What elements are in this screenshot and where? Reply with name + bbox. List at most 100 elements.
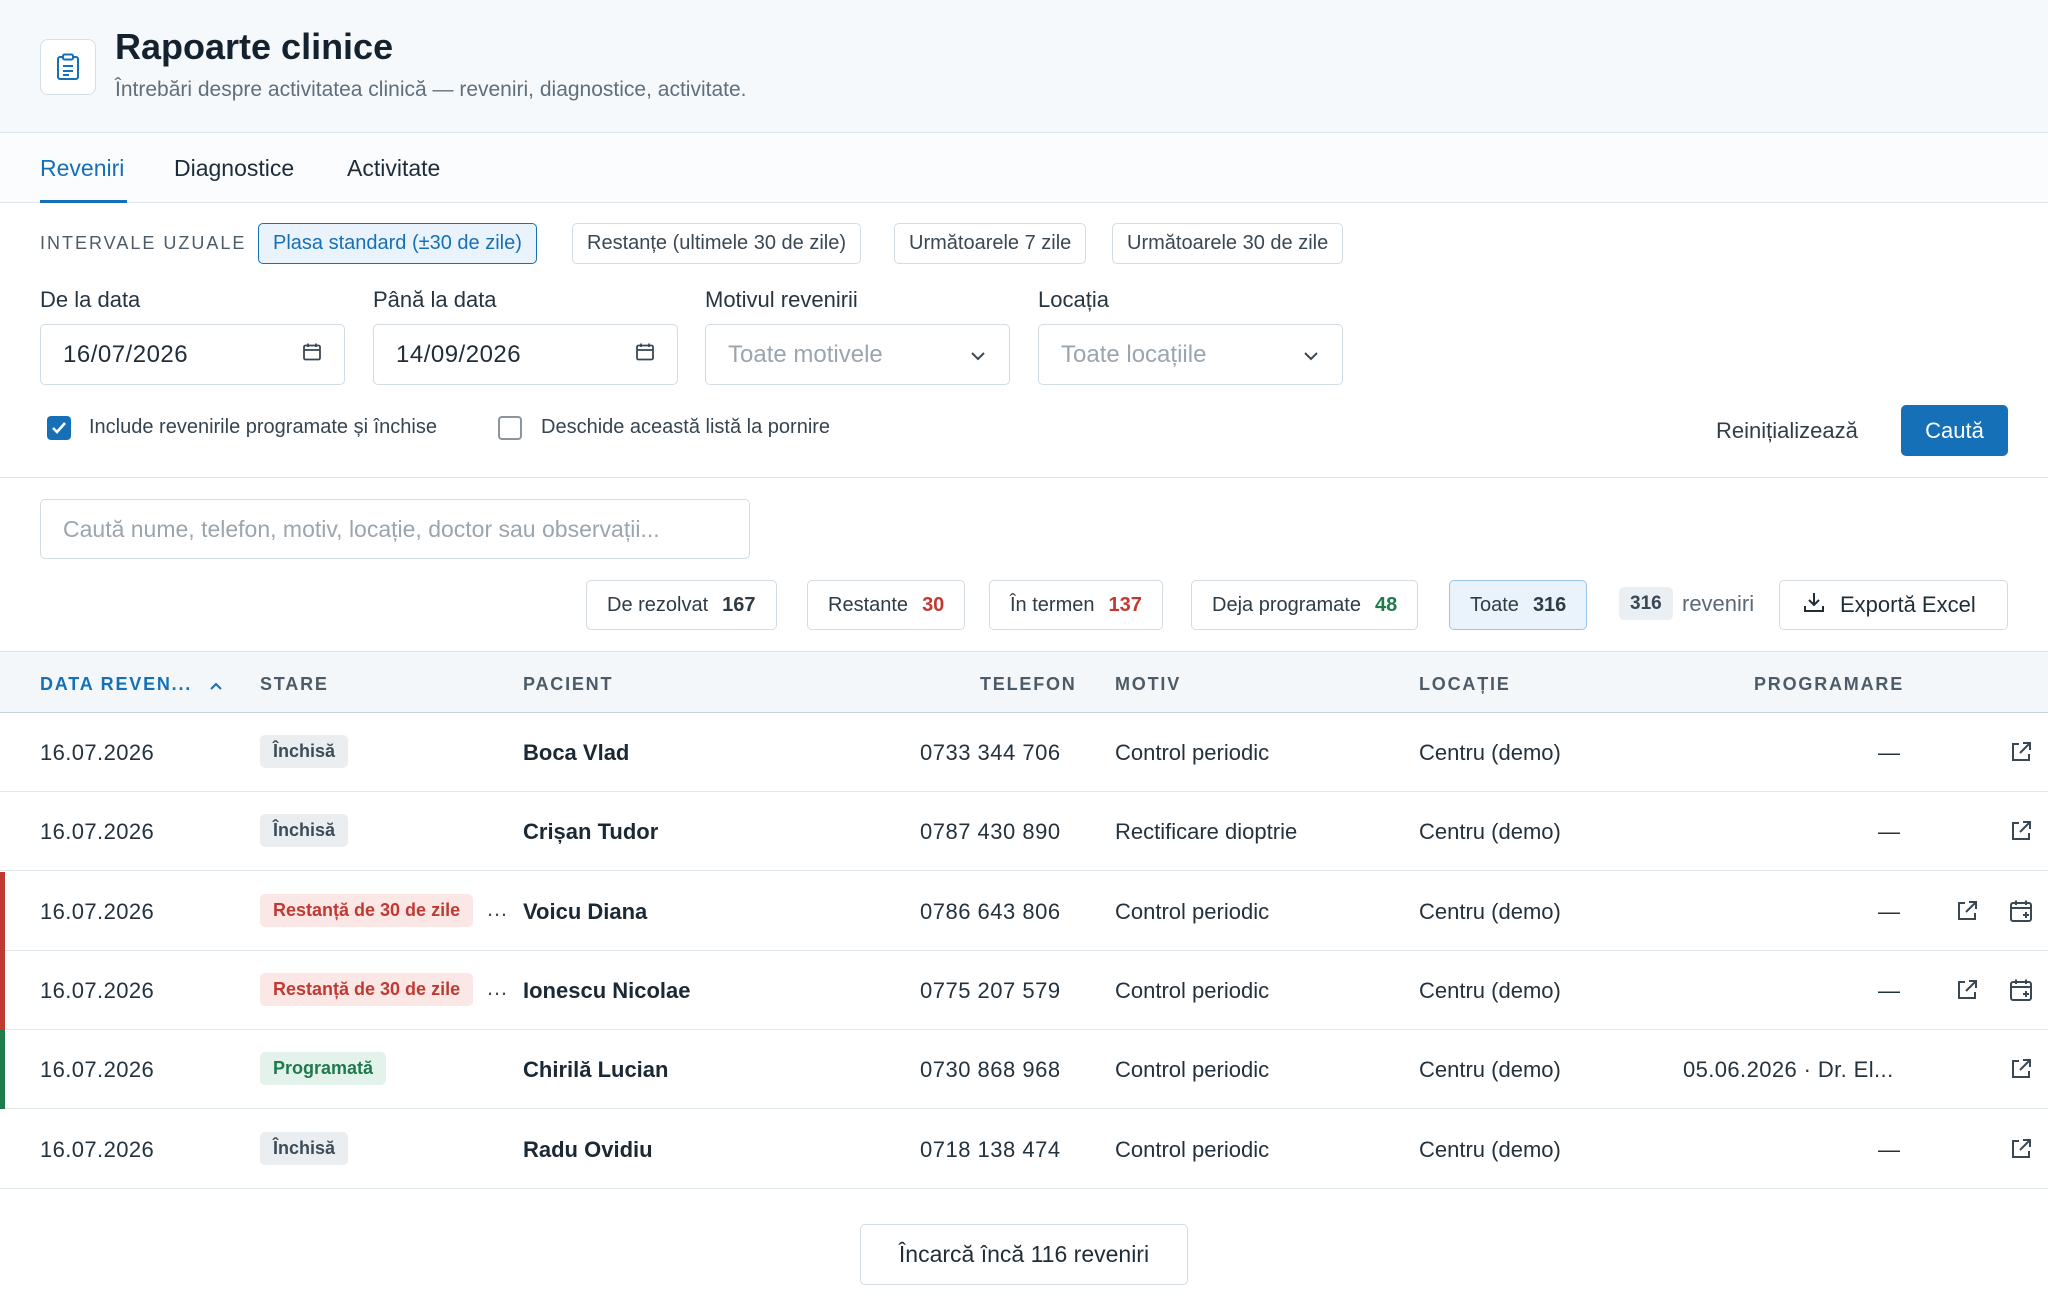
from-date-input[interactable]: 16/07/2026 bbox=[40, 324, 345, 385]
reset-button[interactable]: Reinițializează bbox=[1716, 418, 1858, 444]
calendar-icon[interactable] bbox=[635, 341, 655, 369]
location-select[interactable]: Toate locațiile bbox=[1038, 324, 1343, 385]
calendar-add-icon[interactable] bbox=[2008, 977, 2034, 1003]
preset-standard[interactable]: Plasa standard (±30 de zile) bbox=[258, 223, 537, 264]
row-location: Centru (demo) bbox=[1419, 898, 1561, 924]
stat-label: În termen bbox=[1010, 593, 1095, 616]
tab-bar: Reveniri Diagnostice Activitate bbox=[0, 133, 2048, 203]
result-count-badge: 316 bbox=[1619, 587, 1673, 620]
stat-label: Restante bbox=[828, 593, 909, 616]
preset-overdue[interactable]: Restanțe (ultimele 30 de zile) bbox=[572, 223, 862, 264]
from-date-label: De la data bbox=[40, 287, 141, 312]
col-reason[interactable]: MOTIV bbox=[1115, 674, 1181, 695]
divider bbox=[0, 477, 2048, 478]
table-row[interactable]: 16.07.2026 Restanță de 30 de zile … Voicu D… bbox=[0, 871, 2048, 951]
open-external-icon[interactable] bbox=[2008, 818, 2034, 844]
tab-reveniri[interactable]: Reveniri bbox=[40, 155, 124, 182]
include-closed-checkbox[interactable] bbox=[47, 416, 71, 440]
open-external-icon[interactable] bbox=[2008, 1136, 2034, 1162]
row-location: Centru (demo) bbox=[1419, 977, 1561, 1003]
status-badge: Închisă bbox=[260, 814, 349, 848]
stat-in-term[interactable]: În termen 137 bbox=[989, 580, 1163, 630]
reason-select[interactable]: Toate motivele bbox=[705, 324, 1010, 385]
stat-overdue[interactable]: Restante 30 bbox=[807, 580, 966, 630]
stat-label: Deja programate bbox=[1212, 593, 1361, 616]
calendar-icon[interactable] bbox=[302, 341, 322, 369]
to-date-label: Până la data bbox=[373, 287, 497, 312]
status-badge: Restanță de 30 de zile bbox=[260, 893, 474, 927]
row-reason: Control periodic bbox=[1115, 1136, 1270, 1162]
from-date-value: 16/07/2026 bbox=[63, 340, 189, 368]
row-phone: 0775 207 579 bbox=[920, 977, 1061, 1003]
export-excel-button[interactable]: Exportă Excel bbox=[1779, 580, 2008, 630]
row-location: Centru (demo) bbox=[1419, 1136, 1561, 1162]
stat-value: 48 bbox=[1374, 593, 1398, 616]
status-badge: Închisă bbox=[260, 1131, 349, 1165]
table-row[interactable]: 16.07.2026 Închisă Radu Ovidiu 0718 138 474… bbox=[0, 1110, 2048, 1189]
preset-next-30-days[interactable]: Următoarele 30 de zile bbox=[1112, 223, 1344, 264]
search-input[interactable]: Caută nume, telefon, motiv, locație, doc… bbox=[40, 499, 750, 559]
row-reason: Control periodic bbox=[1115, 977, 1270, 1003]
row-appointment: — bbox=[1878, 740, 1900, 765]
chevron-down-icon bbox=[969, 341, 987, 369]
open-external-icon[interactable] bbox=[2008, 1056, 2034, 1082]
stat-value: 137 bbox=[1108, 593, 1142, 616]
row-patient: Boca Vlad bbox=[523, 740, 630, 765]
row-phone: 0787 430 890 bbox=[920, 819, 1061, 845]
col-status[interactable]: STARE bbox=[260, 674, 329, 695]
table-row[interactable]: 16.07.2026 Restanță de 30 de zile … Ionescu… bbox=[0, 950, 2048, 1030]
load-more-button[interactable]: Încarcă încă 116 reveniri bbox=[860, 1224, 1188, 1285]
status-ellipsis: … bbox=[486, 895, 508, 921]
stat-already-scheduled[interactable]: Deja programate 48 bbox=[1191, 580, 1419, 630]
open-external-icon[interactable] bbox=[1954, 977, 1980, 1003]
status-badge: Programată bbox=[260, 1052, 387, 1086]
page-subtitle: Întrebări despre activitatea clinică — r… bbox=[115, 78, 747, 101]
col-appointment[interactable]: PROGRAMARE bbox=[1754, 674, 1904, 695]
col-patient[interactable]: PACIENT bbox=[523, 674, 613, 695]
row-status-accent bbox=[0, 1030, 5, 1110]
chevron-down-icon bbox=[1302, 341, 1320, 369]
search-input-placeholder: Caută nume, telefon, motiv, locație, doc… bbox=[63, 515, 660, 542]
tab-activitate[interactable]: Activitate bbox=[347, 155, 440, 182]
table-header: DATA REVEN... STARE PACIENT TELEFON MOTI… bbox=[0, 651, 2048, 713]
col-date[interactable]: DATA REVEN... bbox=[40, 674, 223, 696]
preset-next-7-days[interactable]: Următoarele 7 zile bbox=[894, 223, 1087, 264]
col-phone[interactable]: TELEFON bbox=[980, 674, 1077, 695]
presets-label: INTERVALE UZUALE bbox=[40, 233, 247, 253]
stat-to-resolve[interactable]: De rezolvat 167 bbox=[586, 580, 777, 630]
sort-asc-icon bbox=[209, 675, 223, 696]
open-external-icon[interactable] bbox=[1954, 898, 1980, 924]
calendar-add-icon[interactable] bbox=[2008, 898, 2034, 924]
search-button[interactable]: Caută bbox=[1901, 405, 2008, 456]
tab-diagnostice[interactable]: Diagnostice bbox=[174, 155, 294, 182]
page-title: Rapoarte clinice bbox=[115, 26, 394, 67]
stat-all[interactable]: Toate 316 bbox=[1449, 580, 1588, 630]
col-date-label: DATA REVEN... bbox=[40, 674, 193, 694]
row-date: 16.07.2026 bbox=[40, 740, 155, 765]
stat-label: Toate bbox=[1470, 593, 1519, 616]
page-header: Rapoarte clinice Întrebări despre activi… bbox=[0, 0, 2048, 133]
row-appointment: — bbox=[1878, 977, 1900, 1003]
stat-value: 30 bbox=[922, 593, 945, 616]
export-label: Exportă Excel bbox=[1840, 592, 1976, 617]
open-external-icon[interactable] bbox=[2008, 739, 2034, 765]
clipboard-icon bbox=[40, 39, 96, 95]
row-appointment: — bbox=[1878, 1136, 1900, 1162]
row-location: Centru (demo) bbox=[1419, 1057, 1561, 1083]
location-label: Locația bbox=[1038, 287, 1109, 312]
open-on-start-checkbox[interactable] bbox=[498, 416, 522, 440]
to-date-value: 14/09/2026 bbox=[396, 340, 522, 368]
table-row[interactable]: 16.07.2026 Închisă Crișan Tudor 0787 430 89… bbox=[0, 792, 2048, 872]
open-on-start-label: Deschide această listă la pornire bbox=[541, 416, 831, 438]
row-appointment: — bbox=[1878, 898, 1900, 924]
stat-value: 167 bbox=[722, 593, 756, 616]
row-reason: Control periodic bbox=[1115, 740, 1270, 765]
table-row[interactable]: 16.07.2026 Programată Chirilă Lucian 0730 8… bbox=[0, 1030, 2048, 1110]
to-date-input[interactable]: 14/09/2026 bbox=[373, 324, 678, 385]
row-location: Centru (demo) bbox=[1419, 819, 1561, 845]
table-row[interactable]: 16.07.2026 Închisă Boca Vlad 0733 344 706 Co… bbox=[0, 713, 2048, 792]
col-location[interactable]: LOCAȚIE bbox=[1419, 674, 1511, 695]
include-closed-label: Include revenirile programate și închise bbox=[89, 416, 437, 438]
row-date: 16.07.2026 bbox=[40, 1136, 155, 1162]
row-status-accent bbox=[0, 871, 5, 951]
